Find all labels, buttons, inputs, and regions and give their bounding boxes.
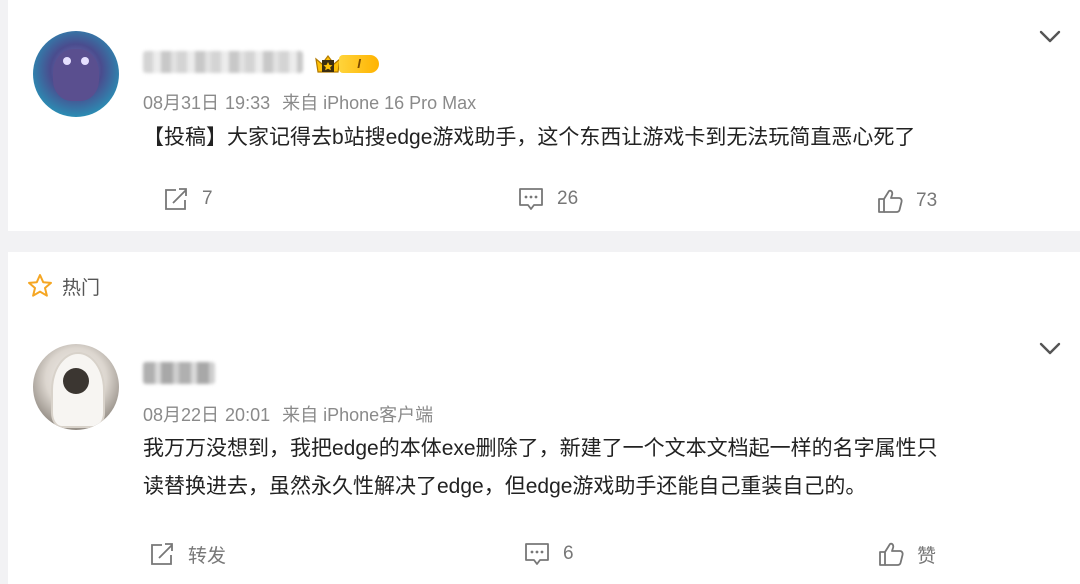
comment-button[interactable]: 6 <box>523 540 574 568</box>
comment-meta: 08月22日 20:01 来自 iPhone客户端 <box>143 401 433 427</box>
comment-icon <box>519 188 543 210</box>
comment-time: 20:01 <box>225 405 271 425</box>
badge-level: I <box>339 55 379 73</box>
reply-count: 6 <box>563 543 574 564</box>
post-date: 08月31日 <box>143 93 220 113</box>
post-meta: 08月31日 19:33 来自 iPhone 16 Pro Max <box>143 89 476 115</box>
avatar[interactable] <box>33 31 119 117</box>
username-blurred[interactable] <box>143 362 215 384</box>
comment-source: 来自 iPhone客户端 <box>282 405 434 425</box>
star-icon <box>28 274 52 297</box>
content-line: 读替换进去，虽然永久性解决了edge，但edge游戏助手还能自己重装自己的。 <box>143 475 867 498</box>
member-badge[interactable]: I <box>313 52 381 76</box>
repost-button[interactable]: 7 <box>162 185 213 213</box>
thumbs-up-icon <box>879 542 904 566</box>
like-button[interactable]: 73 <box>876 187 937 215</box>
comment-date: 08月22日 <box>143 405 220 425</box>
avatar[interactable] <box>33 344 119 430</box>
thumbs-up-icon <box>878 189 903 213</box>
like-label: 赞 <box>917 545 937 567</box>
content-line: 我万万没想到，我把edge的本体exe删除了，新建了一个文本文档起一样的名字属性… <box>143 437 938 460</box>
repost-icon <box>165 188 187 210</box>
comment-count: 26 <box>557 188 579 209</box>
repost-count: 7 <box>202 188 213 209</box>
hot-label: 热门 <box>62 277 101 299</box>
repost-label: 转发 <box>188 545 227 567</box>
repost-icon <box>151 543 173 565</box>
post-content: 【投稿】大家记得去b站搜edge游戏助手，这个东西让游戏卡到无法玩简直恶心死了 <box>143 119 915 157</box>
comment-button[interactable]: 26 <box>517 185 578 213</box>
chevron-down-icon[interactable] <box>1038 337 1062 361</box>
content-line: 【投稿】大家记得去b站搜edge游戏助手，这个东西让游戏卡到无法玩简直恶心死了 <box>143 126 916 149</box>
post-time: 19:33 <box>225 93 271 113</box>
like-button[interactable]: 赞 <box>877 540 936 568</box>
username-blurred[interactable] <box>143 51 303 73</box>
hot-section-header: 热门 <box>26 272 100 300</box>
like-count: 73 <box>916 190 938 211</box>
comment-content: 我万万没想到，我把edge的本体exe删除了，新建了一个文本文档起一样的名字属性… <box>143 430 938 506</box>
avatar-figure <box>53 49 99 101</box>
chevron-down-icon[interactable] <box>1038 25 1062 49</box>
post-source: 来自 iPhone 16 Pro Max <box>282 93 477 113</box>
repost-button[interactable]: 转发 <box>148 540 226 568</box>
comment-icon <box>525 543 549 565</box>
